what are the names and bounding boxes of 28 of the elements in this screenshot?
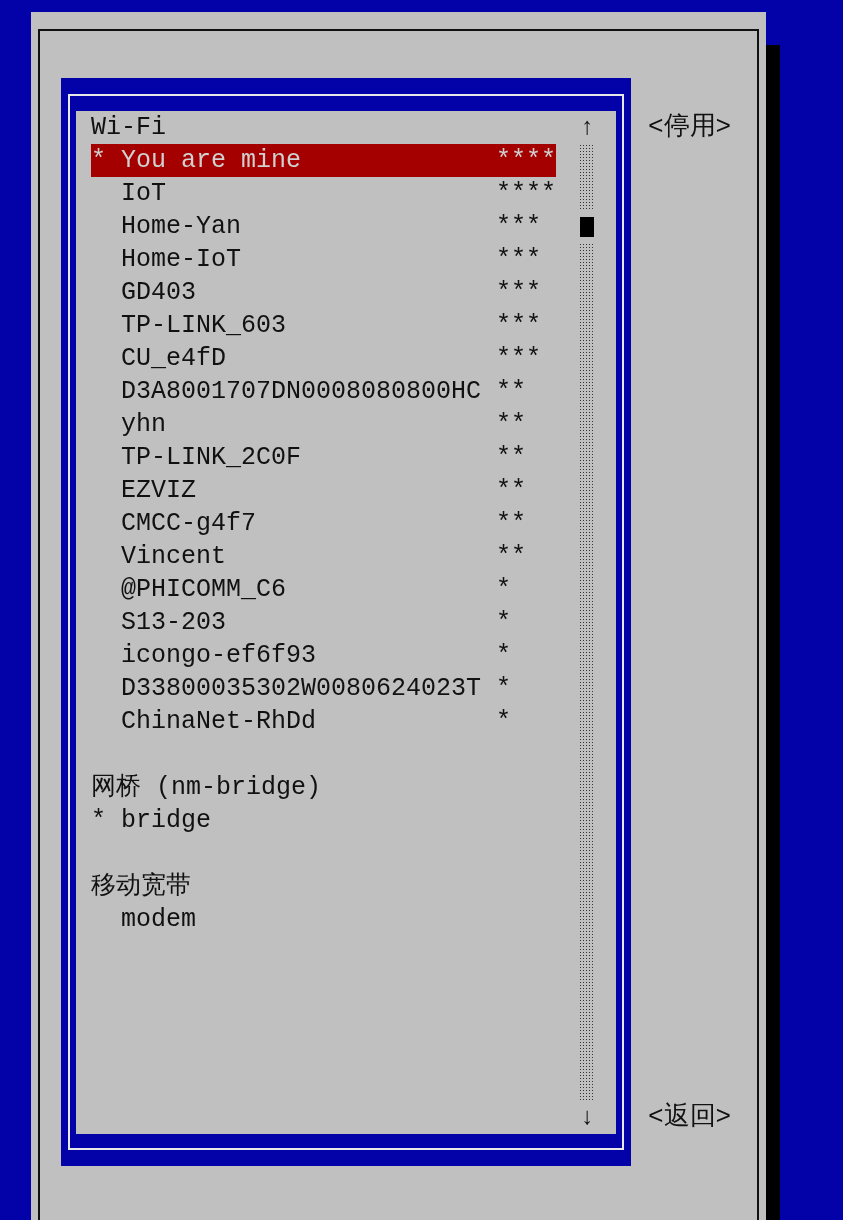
connection-row[interactable]: @PHICOMM_C6 * — [91, 573, 556, 606]
connection-row[interactable]: * bridge — [91, 804, 556, 837]
connection-row[interactable]: Home-IoT *** — [91, 243, 556, 276]
scroll-down-arrow[interactable]: ↓ — [579, 1101, 595, 1134]
connection-row[interactable]: modem — [91, 903, 556, 936]
connection-row[interactable]: TP-LINK_2C0F ** — [91, 441, 556, 474]
connection-row[interactable]: icongo-ef6f93 * — [91, 639, 556, 672]
connection-row[interactable]: TP-LINK_603 *** — [91, 309, 556, 342]
connection-row[interactable]: CU_e4fD *** — [91, 342, 556, 375]
connection-row[interactable]: ChinaNet-RhDd * — [91, 705, 556, 738]
section-heading: Wi-Fi — [91, 112, 167, 144]
connection-row[interactable]: D33800035302W0080624023T * — [91, 672, 556, 705]
connection-row[interactable]: * You are mine **** — [91, 144, 556, 177]
connection-row[interactable]: yhn ** — [91, 408, 556, 441]
connection-row[interactable]: S13-203 * — [91, 606, 556, 639]
connection-row[interactable]: CMCC-g4f7 ** — [91, 507, 556, 540]
section-heading: 移动宽带 — [91, 871, 192, 903]
connection-row[interactable]: EZVIZ ** — [91, 474, 556, 507]
connection-row[interactable]: Vincent ** — [91, 540, 556, 573]
connection-row[interactable]: IoT **** — [91, 177, 556, 210]
action-button[interactable]: <返回> — [648, 1101, 732, 1134]
scrollbar-thumb[interactable] — [580, 216, 594, 237]
action-button[interactable]: <停用> — [648, 111, 732, 144]
connection-row[interactable]: GD403 *** — [91, 276, 556, 309]
connection-row[interactable]: Home-Yan *** — [91, 210, 556, 243]
connection-row[interactable]: D3A8001707DN0008080800HC ** — [91, 375, 556, 408]
scroll-up-arrow[interactable]: ↑ — [579, 111, 595, 144]
section-heading: 网桥 (nm-bridge) — [91, 772, 323, 804]
